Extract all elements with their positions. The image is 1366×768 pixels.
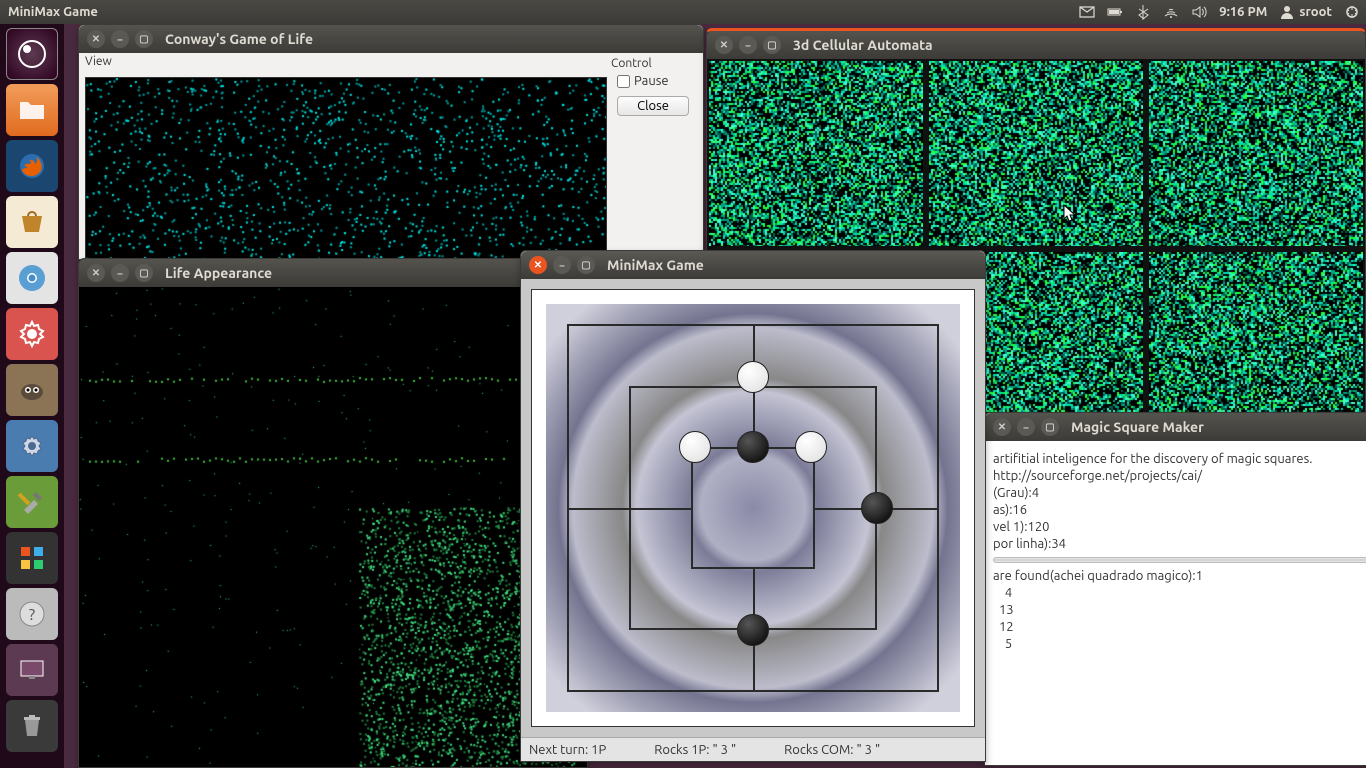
close-icon[interactable]: ✕: [993, 418, 1011, 436]
control-label: Control: [611, 57, 699, 70]
window-minimax: ✕ – ▢ MiniMax Game: [520, 250, 986, 762]
window-title: MiniMax Game: [607, 257, 704, 273]
battery-icon[interactable]: [1101, 4, 1129, 20]
stone-b[interactable]: [737, 614, 769, 646]
window-title: 3d Cellular Automata: [793, 37, 933, 53]
network-icon[interactable]: [1157, 4, 1185, 20]
window-magic-square: ✕ – ▢ Magic Square Maker artifitial inte…: [984, 412, 1366, 766]
bluetooth-icon[interactable]: [1129, 4, 1157, 20]
window-title: Conway's Game of Life: [165, 31, 313, 47]
close-button[interactable]: Close: [617, 96, 689, 116]
mouse-cursor: [1063, 204, 1077, 224]
maximize-icon[interactable]: ▢: [135, 264, 153, 282]
stone-b[interactable]: [737, 431, 769, 463]
maximize-icon[interactable]: ▢: [763, 36, 781, 54]
chromium-icon[interactable]: [6, 252, 58, 304]
control-panel: Control Pause Close: [607, 53, 703, 259]
utilities-icon[interactable]: [6, 476, 58, 528]
minimize-icon[interactable]: –: [111, 264, 129, 282]
workspace-switcher-icon[interactable]: [6, 532, 58, 584]
minimize-icon[interactable]: –: [111, 30, 129, 48]
advanced-settings-icon[interactable]: [6, 420, 58, 472]
maximize-icon[interactable]: ▢: [577, 256, 595, 274]
mail-icon[interactable]: [1073, 4, 1101, 20]
status-p1: Rocks 1P: " 3 ": [654, 743, 736, 757]
window-title: Life Appearance: [165, 265, 272, 281]
menu-view[interactable]: View: [85, 55, 112, 68]
minimize-icon[interactable]: –: [1017, 418, 1035, 436]
titlebar-minimax[interactable]: ✕ – ▢ MiniMax Game: [521, 251, 985, 279]
maximize-icon[interactable]: ▢: [1041, 418, 1059, 436]
software-center-icon[interactable]: [6, 196, 58, 248]
window-conway: ✕ – ▢ Conway's Game of Life View Control…: [78, 24, 704, 260]
titlebar-3dca[interactable]: ✕ – ▢ 3d Cellular Automata: [707, 31, 1365, 59]
window-life-appearance: ✕ – ▢ Life Appearance: [78, 258, 588, 768]
magic-output: artifitial inteligence for the discovery…: [985, 441, 1366, 765]
maximize-icon[interactable]: ▢: [135, 30, 153, 48]
stone-b[interactable]: [861, 492, 893, 524]
desktop: ✕ – ▢ Conway's Game of Life View Control…: [64, 24, 1366, 768]
close-icon[interactable]: ✕: [529, 256, 547, 274]
close-icon[interactable]: ✕: [87, 30, 105, 48]
nautilus-icon[interactable]: [6, 84, 58, 136]
help-icon[interactable]: ?: [6, 588, 58, 640]
stone-w[interactable]: [679, 431, 711, 463]
titlebar-life[interactable]: ✕ – ▢ Life Appearance: [79, 259, 587, 287]
unity-launcher: ?: [0, 24, 64, 768]
titlebar-conway[interactable]: ✕ – ▢ Conway's Game of Life: [79, 25, 703, 53]
clock[interactable]: 9:16 PM: [1213, 5, 1273, 19]
top-panel: MiniMax Game 9:16 PM sroot: [0, 0, 1366, 24]
pause-checkbox[interactable]: Pause: [617, 74, 693, 88]
close-icon[interactable]: ✕: [87, 264, 105, 282]
stone-w[interactable]: [795, 431, 827, 463]
stone-w[interactable]: [737, 361, 769, 393]
life-canvas: [79, 287, 587, 767]
status-turn: Next turn: 1P: [529, 743, 606, 757]
dash-icon[interactable]: [6, 28, 58, 80]
game-board[interactable]: [546, 304, 960, 712]
session-icon[interactable]: [1338, 4, 1366, 20]
user-menu[interactable]: sroot: [1273, 4, 1338, 20]
status-com: Rocks COM: " 3 ": [784, 743, 880, 757]
active-app-title: MiniMax Game: [0, 5, 98, 19]
system-settings-icon[interactable]: [6, 308, 58, 360]
firefox-icon[interactable]: [6, 140, 58, 192]
svg-text:?: ?: [29, 606, 35, 624]
window-title: Magic Square Maker: [1071, 419, 1204, 435]
status-bar: Next turn: 1P Rocks 1P: " 3 " Rocks COM:…: [521, 737, 985, 761]
volume-icon[interactable]: [1185, 4, 1213, 20]
titlebar-magic[interactable]: ✕ – ▢ Magic Square Maker: [985, 413, 1366, 441]
close-icon[interactable]: ✕: [715, 36, 733, 54]
gimp-icon[interactable]: [6, 364, 58, 416]
trash-icon[interactable]: [6, 700, 58, 752]
minimize-icon[interactable]: –: [553, 256, 571, 274]
minimize-icon[interactable]: –: [739, 36, 757, 54]
show-desktop-icon[interactable]: [6, 644, 58, 696]
